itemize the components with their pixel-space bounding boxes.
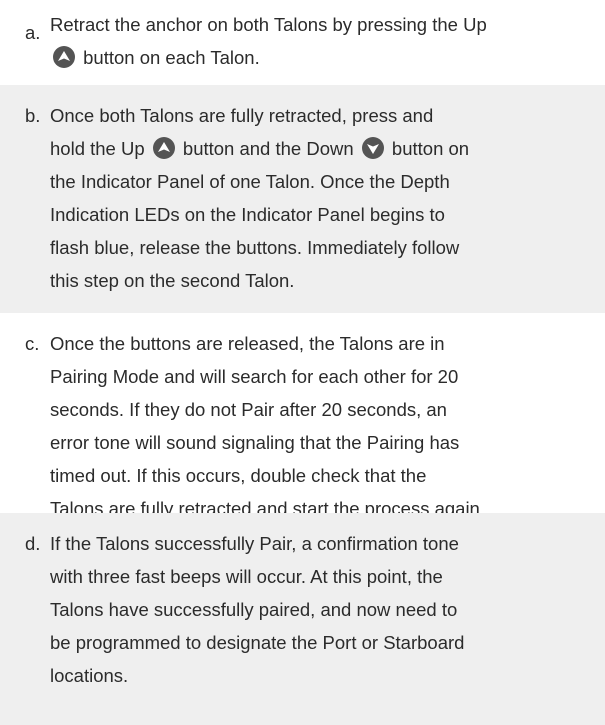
text-run: If the Talons successfully Pair, a confi… — [50, 533, 459, 554]
up-arrow-button-icon — [53, 46, 75, 68]
step-c: c. Once the buttons are released, the Tal… — [0, 313, 605, 519]
text-run: this step on the second Talon. — [50, 270, 295, 291]
text-run: timed out. If this occurs, double check … — [50, 465, 427, 486]
step-text: If the Talons successfully Pair, a confi… — [25, 527, 605, 692]
text-run: flash blue, release the buttons. Immedia… — [50, 237, 460, 258]
text-run: seconds. If they do not Pair after 20 se… — [50, 399, 447, 420]
step-letter: b. — [25, 105, 41, 126]
step-text-line: Indication LEDs on the Indicator Panel b… — [50, 198, 605, 231]
step-text-line: locations. — [50, 659, 605, 692]
text-run: error tone will sound signaling that the… — [50, 432, 460, 453]
step-text-line: If the Talons successfully Pair, a confi… — [50, 527, 605, 560]
text-run: with three fast beeps will occur. At thi… — [50, 566, 443, 587]
step-text-line: with three fast beeps will occur. At thi… — [50, 560, 605, 593]
step-text-line: seconds. If they do not Pair after 20 se… — [50, 393, 605, 426]
step-text-line: Talons have successfully paired, and now… — [50, 593, 605, 626]
step-letter: d. — [25, 533, 41, 554]
down-arrow-button-icon — [361, 137, 384, 159]
step-text: Once the buttons are released, the Talon… — [25, 327, 605, 525]
text-run: button on each Talon. — [78, 47, 260, 68]
step-text-line: Once both Talons are fully retracted, pr… — [50, 99, 605, 132]
step-letter: a. — [25, 22, 41, 43]
step-text-line: Retract the anchor on both Talons by pre… — [50, 8, 605, 41]
text-run: Once both Talons are fully retracted, pr… — [50, 105, 434, 126]
step-b: b. Once both Talons are fully retracted, … — [0, 85, 605, 313]
step-text-line: the Indicator Panel of one Talon. Once t… — [50, 165, 605, 198]
text-run: button and the Down — [177, 138, 359, 159]
step-text-line: Once the buttons are released, the Talon… — [50, 327, 605, 360]
text-run: Retract the anchor on both Talons by pre… — [50, 14, 487, 35]
text-run: button on — [386, 138, 470, 159]
text-run: hold the Up — [50, 138, 150, 159]
step-text-line: this step on the second Talon. — [50, 264, 605, 297]
text-run: the Indicator Panel of one Talon. Once t… — [50, 171, 450, 192]
step-text-line: timed out. If this occurs, double check … — [50, 459, 605, 492]
text-run: Once the buttons are released, the Talon… — [50, 333, 445, 354]
step-d: d. If the Talons successfully Pair, a con… — [0, 513, 605, 725]
step-text-line: Pairing Mode and will search for each ot… — [50, 360, 605, 393]
step-letter: c. — [25, 333, 40, 354]
up-arrow-button-icon — [152, 137, 175, 159]
step-text-line: be programmed to designate the Port or S… — [50, 626, 605, 659]
step-text-line: error tone will sound signaling that the… — [50, 426, 605, 459]
text-run: locations. — [50, 665, 129, 686]
text-run: Pairing Mode and will search for each ot… — [50, 366, 459, 387]
step-text-line: hold the Up button and the Down button o… — [50, 132, 605, 165]
step-a: a. Retract the anchor on both Talons by p… — [0, 0, 605, 85]
step-text-line: flash blue, release the buttons. Immedia… — [50, 231, 605, 264]
text-run: Talons have successfully paired, and now… — [50, 599, 458, 620]
instruction-step-list: a. Retract the anchor on both Talons by p… — [0, 0, 605, 725]
text-run: be programmed to designate the Port or S… — [50, 632, 465, 653]
text-run: Indication LEDs on the Indicator Panel b… — [50, 204, 445, 225]
step-text: Once both Talons are fully retracted, pr… — [25, 99, 605, 297]
step-text-line: button on each Talon. — [50, 41, 605, 74]
step-text: Retract the anchor on both Talons by pre… — [25, 8, 605, 74]
